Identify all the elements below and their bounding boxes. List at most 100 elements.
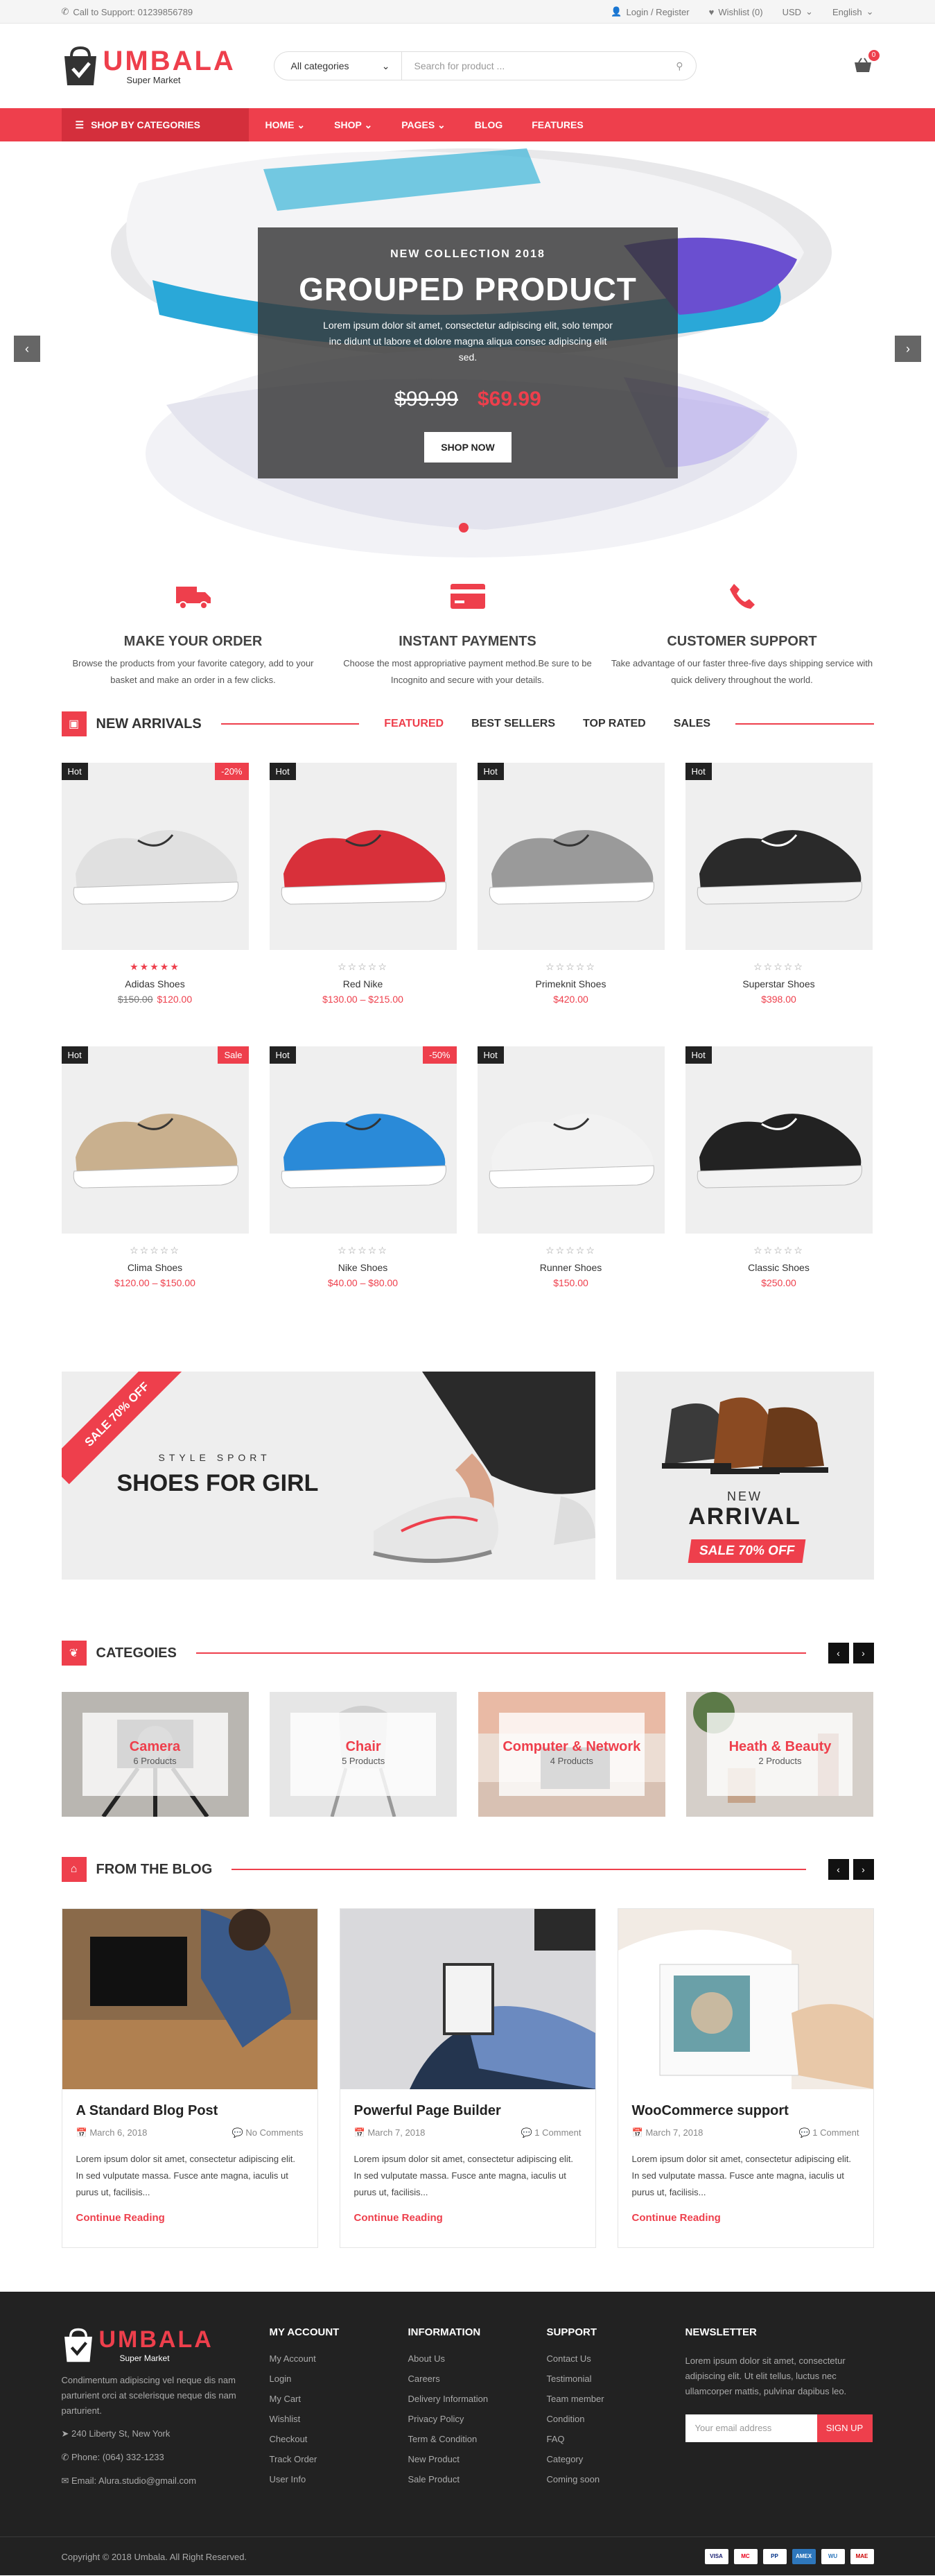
footer-link[interactable]: Privacy Policy xyxy=(408,2414,547,2424)
slider-dot-active[interactable] xyxy=(459,523,469,533)
footer-link[interactable]: Coming soon xyxy=(547,2474,685,2484)
footer-link[interactable]: My Account xyxy=(270,2353,408,2364)
post-comments[interactable]: 💬 1 Comment xyxy=(798,2127,859,2138)
blog-prev-button[interactable]: ‹ xyxy=(828,1859,849,1880)
sign-up-button[interactable]: SIGN UP xyxy=(816,2414,873,2442)
login-link[interactable]: 👤 Login / Register xyxy=(611,6,689,17)
hero-prev-arrow[interactable]: ‹ xyxy=(14,336,40,362)
footer-link[interactable]: My Cart xyxy=(270,2394,408,2404)
categories-prev-button[interactable]: ‹ xyxy=(828,1643,849,1663)
post-excerpt: Lorem ipsum dolor sit amet, consectetur … xyxy=(631,2154,851,2197)
nav-item-pages[interactable]: PAGES ⌄ xyxy=(401,119,446,131)
footer-link[interactable]: Careers xyxy=(408,2374,547,2384)
product-image[interactable]: Hot xyxy=(685,763,873,950)
wishlist-link[interactable]: ♥ Wishlist (0) xyxy=(709,6,763,17)
tab-best-sellers[interactable]: BEST SELLERS xyxy=(471,718,555,730)
currency-select[interactable]: USD ⌄ xyxy=(783,6,813,17)
tab-featured[interactable]: FEATURED xyxy=(384,718,444,730)
rating-stars: ☆☆☆☆☆ xyxy=(338,1245,388,1256)
product-name[interactable]: Primeknit Shoes xyxy=(478,978,665,989)
product-name[interactable]: Adidas Shoes xyxy=(62,978,249,989)
language-select[interactable]: English ⌄ xyxy=(832,6,874,17)
product-card[interactable]: Hot -50% ☆☆☆☆☆ Nike Shoes $40.00 – $80.00 xyxy=(269,1046,457,1288)
continue-reading-link[interactable]: Continue Reading xyxy=(76,2212,304,2224)
product-name[interactable]: Red Nike xyxy=(270,978,457,989)
category-select[interactable]: All categories ⌄ xyxy=(274,52,402,80)
category-card-computer-network[interactable]: Computer & Network 4 Products xyxy=(478,1692,665,1817)
blog-next-button[interactable]: › xyxy=(853,1859,874,1880)
category-card-camera[interactable]: Camera 6 Products xyxy=(61,1692,249,1817)
nav-item-shop[interactable]: SHOP ⌄ xyxy=(334,119,372,131)
footer-link[interactable]: Delivery Information xyxy=(408,2394,547,2404)
product-image[interactable]: Hot xyxy=(477,763,665,950)
search-input[interactable]: Search for product ... ⚲ xyxy=(402,52,696,80)
product-card[interactable]: Hot ☆☆☆☆☆ Primeknit Shoes $420.00 xyxy=(477,763,665,1005)
post-comments[interactable]: 💬 No Comments xyxy=(232,2127,304,2138)
category-card-health-beauty[interactable]: Heath & Beauty 2 Products xyxy=(686,1692,874,1817)
footer-logo[interactable]: UMBALA Super Market xyxy=(62,2326,270,2363)
footer-link[interactable]: About Us xyxy=(408,2353,547,2364)
footer-link[interactable]: Team member xyxy=(547,2394,685,2404)
product-card[interactable]: Hot ☆☆☆☆☆ Superstar Shoes $398.00 xyxy=(685,763,873,1005)
product-image[interactable]: Hot -50% xyxy=(269,1046,457,1234)
newsletter-form: Your email address SIGN UP xyxy=(685,2414,874,2442)
promo-banner-new-arrival[interactable]: NEW ARRIVAL SALE 70% OFF xyxy=(615,1372,874,1580)
product-image[interactable]: Hot xyxy=(477,1046,665,1234)
footer-link[interactable]: Wishlist xyxy=(270,2414,408,2424)
logo[interactable]: UMBALA Super Market xyxy=(62,45,274,87)
hero-next-arrow[interactable]: › xyxy=(895,336,921,362)
footer-link[interactable]: Condition xyxy=(547,2414,685,2424)
shop-by-categories-button[interactable]: ☰ SHOP BY CATEGORIES xyxy=(61,108,249,141)
footer-link[interactable]: Checkout xyxy=(270,2434,408,2444)
footer-link[interactable]: Login xyxy=(270,2374,408,2384)
product-name[interactable]: Runner Shoes xyxy=(478,1262,665,1273)
nav-item-blog[interactable]: BLOG xyxy=(475,119,503,130)
footer-link[interactable]: Testimonial xyxy=(547,2374,685,2384)
shoe-image xyxy=(281,830,446,905)
footer-email[interactable]: ✉ Email: Alura.studio@gmail.com xyxy=(62,2475,270,2487)
product-name[interactable]: Nike Shoes xyxy=(270,1262,457,1273)
blog-image-book[interactable] xyxy=(618,1909,873,2089)
product-image[interactable]: Hot xyxy=(269,763,457,950)
continue-reading-link[interactable]: Continue Reading xyxy=(632,2212,859,2224)
product-card[interactable]: Hot ☆☆☆☆☆ Classic Shoes $250.00 xyxy=(685,1046,873,1288)
blog-post-title[interactable]: Powerful Page Builder xyxy=(354,2103,582,2119)
product-image[interactable]: Hot xyxy=(685,1046,873,1234)
product-card[interactable]: Hot ☆☆☆☆☆ Runner Shoes $150.00 xyxy=(477,1046,665,1288)
nav-item-features[interactable]: FEATURES xyxy=(532,119,583,130)
newsletter-email-input[interactable]: Your email address xyxy=(685,2414,817,2442)
categories-next-button[interactable]: › xyxy=(853,1643,874,1663)
blog-post-title[interactable]: WooCommerce support xyxy=(632,2103,859,2119)
search-icon[interactable]: ⚲ xyxy=(676,60,683,72)
footer-link[interactable]: FAQ xyxy=(547,2434,685,2444)
blog-image-laptop[interactable] xyxy=(62,1909,317,2089)
nav-item-home[interactable]: HOME ⌄ xyxy=(265,119,306,131)
cart-button[interactable]: 0 xyxy=(853,50,880,75)
footer-link[interactable]: Track Order xyxy=(270,2454,408,2464)
post-comments[interactable]: 💬 1 Comment xyxy=(521,2127,581,2138)
product-card[interactable]: Hot ☆☆☆☆☆ Red Nike $130.00 – $215.00 xyxy=(269,763,457,1005)
footer-link[interactable]: Term & Condition xyxy=(408,2434,547,2444)
product-card[interactable]: Hot Sale ☆☆☆☆☆ Clima Shoes $120.00 – $150.00 xyxy=(61,1046,249,1288)
footer-link[interactable]: Sale Product xyxy=(408,2474,547,2484)
blog-post-title[interactable]: A Standard Blog Post xyxy=(76,2103,304,2119)
footer: UMBALA Super Market Condimentum adipiscin… xyxy=(0,2292,935,2575)
footer-link[interactable]: Category xyxy=(547,2454,685,2464)
product-image[interactable]: Hot -20% xyxy=(61,763,249,950)
product-price: $420.00 xyxy=(553,994,588,1005)
product-name[interactable]: Superstar Shoes xyxy=(685,978,873,989)
blog-image-tablet[interactable] xyxy=(340,1909,595,2089)
product-name[interactable]: Clima Shoes xyxy=(62,1262,249,1273)
tab-sales[interactable]: SALES xyxy=(674,718,710,730)
promo-banner-girl[interactable]: SALE 70% OFF STYLE SPORT SHOES FOR GIRL xyxy=(61,1372,595,1580)
shop-now-button[interactable]: SHOP NOW xyxy=(424,432,512,463)
product-card[interactable]: Hot -20% ★★★★★ Adidas Shoes $150.00 $120.00 xyxy=(61,763,249,1005)
footer-link[interactable]: Contact Us xyxy=(547,2353,685,2364)
footer-link[interactable]: User Info xyxy=(270,2474,408,2484)
continue-reading-link[interactable]: Continue Reading xyxy=(354,2212,582,2224)
tab-top-rated[interactable]: TOP RATED xyxy=(583,718,646,730)
product-image[interactable]: Hot Sale xyxy=(61,1046,249,1234)
footer-link[interactable]: New Product xyxy=(408,2454,547,2464)
category-card-chair[interactable]: Chair 5 Products xyxy=(270,1692,457,1817)
product-name[interactable]: Classic Shoes xyxy=(685,1262,873,1273)
